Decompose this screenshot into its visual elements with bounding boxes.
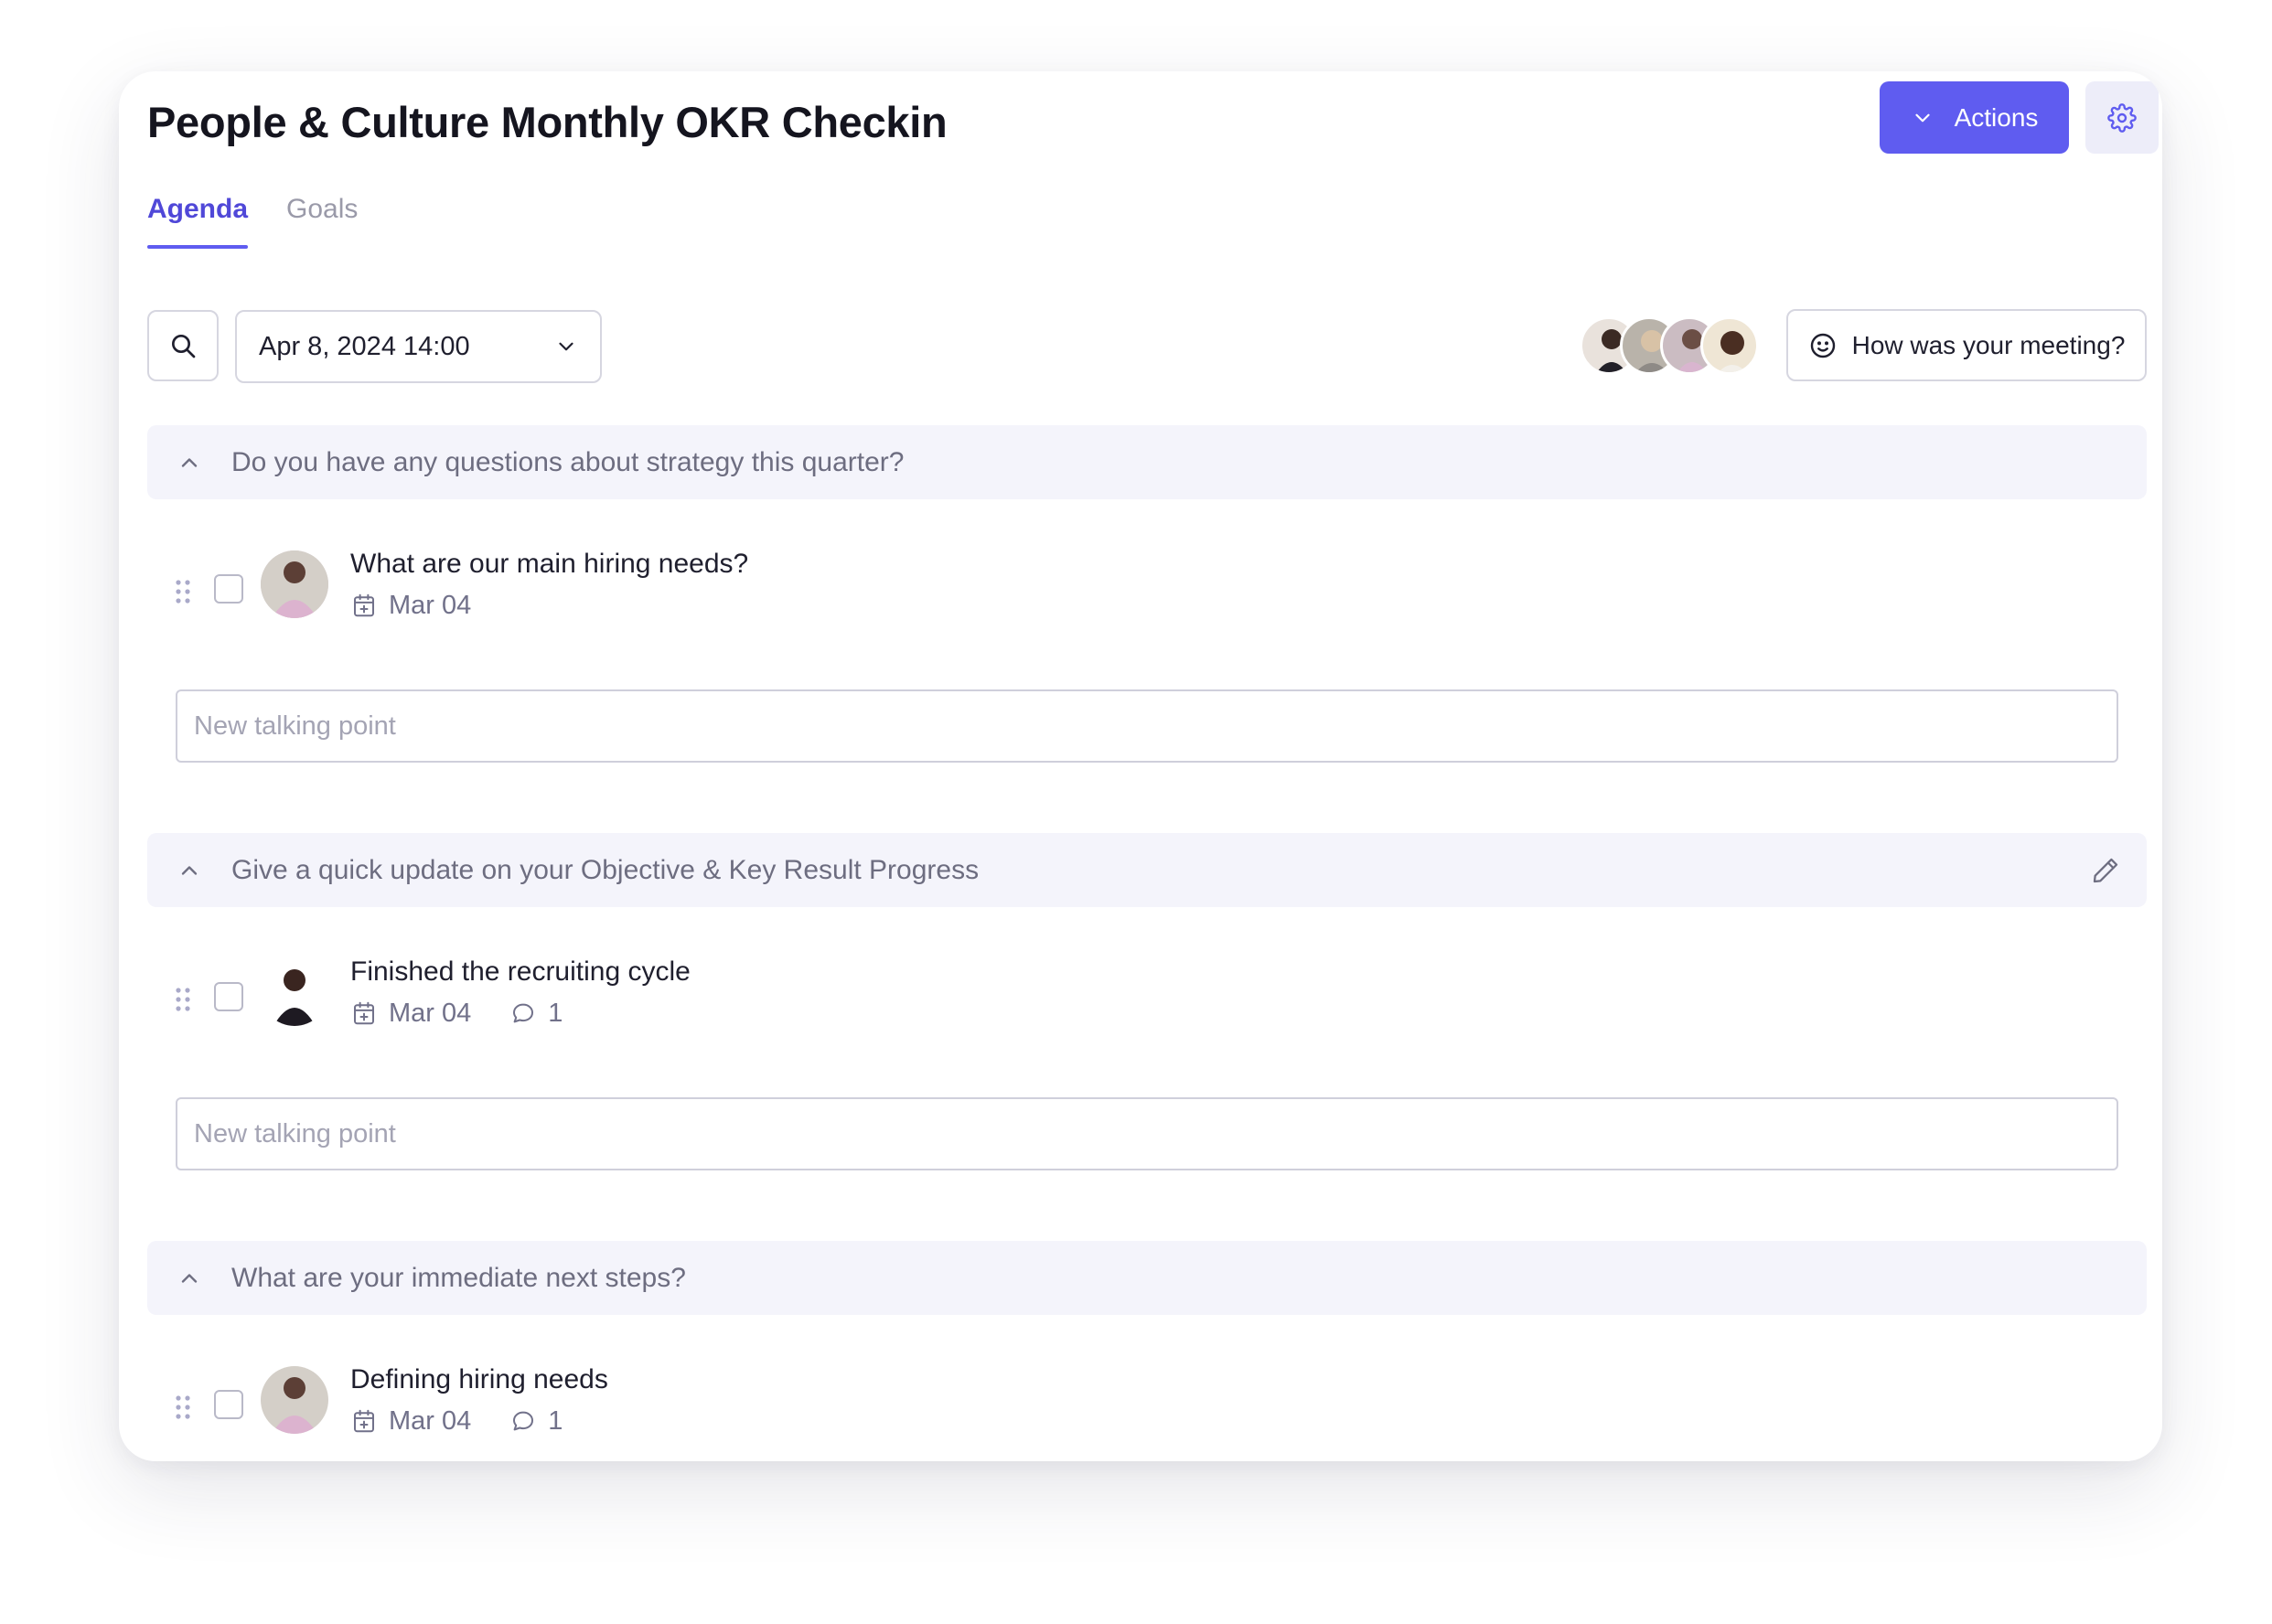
- talking-point-title: Defining hiring needs: [350, 1364, 608, 1394]
- calendar-icon: [354, 1409, 374, 1433]
- talking-point-item[interactable]: Defining hiring needs Mar 04 1: [147, 1364, 2147, 1447]
- agenda-section-header[interactable]: Do you have any questions about strategy…: [147, 425, 2147, 499]
- chevron-up-icon[interactable]: [177, 1266, 202, 1291]
- talking-point-meta: Mar 04 1: [350, 995, 563, 1031]
- avatar: [261, 550, 328, 618]
- new-talking-point-input[interactable]: [176, 689, 2118, 763]
- avatar: [261, 958, 328, 1026]
- talking-point-meta: Mar 04 1: [350, 1403, 563, 1439]
- drag-handle-icon[interactable]: [175, 986, 191, 1013]
- avatar: [261, 1366, 328, 1434]
- chevron-up-icon[interactable]: [177, 450, 202, 475]
- talking-point-title: Finished the recruiting cycle: [350, 956, 691, 987]
- meeting-feedback-label: How was your meeting?: [1851, 330, 2126, 359]
- talking-point-checkbox[interactable]: [214, 1390, 243, 1419]
- chevron-up-icon[interactable]: [177, 858, 202, 883]
- actions-button[interactable]: Actions: [1880, 81, 2069, 154]
- talking-point-item[interactable]: Finished the recruiting cycle Mar 04 1: [147, 956, 2147, 1039]
- drag-handle-icon[interactable]: [175, 1394, 191, 1421]
- chevron-down-icon: [1914, 113, 1930, 122]
- talking-point-date: Mar 04: [389, 1405, 472, 1436]
- tab-goals[interactable]: Goals: [286, 194, 358, 225]
- agenda-section-title: Give a quick update on your Objective & …: [231, 854, 980, 885]
- talking-point-item[interactable]: What are our main hiring needs? Mar 04: [147, 549, 2147, 631]
- search-icon: [172, 335, 196, 358]
- meeting-date-select[interactable]: Apr 8, 2024 14:00: [235, 310, 602, 383]
- meeting-date-value: Apr 8, 2024 14:00: [259, 331, 470, 361]
- meeting-feedback-button[interactable]: How was your meeting?: [1786, 309, 2147, 381]
- talking-point-checkbox[interactable]: [214, 574, 243, 604]
- actions-label: Actions: [1954, 102, 2039, 132]
- comment-icon[interactable]: [509, 1407, 537, 1435]
- attendee-avatars[interactable]: [1580, 316, 1763, 375]
- search-button[interactable]: [147, 310, 219, 381]
- drag-handle-icon[interactable]: [175, 578, 191, 605]
- tab-agenda[interactable]: Agenda: [147, 194, 249, 249]
- talking-point-date: Mar 04: [389, 998, 472, 1028]
- smiley-icon: [1810, 333, 1835, 358]
- comment-count: 1: [548, 1405, 563, 1436]
- page-title: People & Culture Monthly OKR Checkin: [147, 98, 948, 146]
- settings-button[interactable]: [2085, 81, 2159, 154]
- comment-count: 1: [548, 998, 563, 1028]
- agenda-section-header[interactable]: Give a quick update on your Objective & …: [147, 833, 2147, 907]
- avatar: [1700, 316, 1759, 375]
- calendar-icon: [354, 1001, 374, 1025]
- talking-point-meta: Mar 04: [350, 587, 471, 624]
- gear-icon: [2107, 102, 2137, 133]
- talking-point-checkbox[interactable]: [214, 982, 243, 1011]
- agenda-section-header[interactable]: What are your immediate next steps?: [147, 1241, 2147, 1315]
- chevron-down-icon: [559, 342, 573, 351]
- agenda-section-title: What are your immediate next steps?: [231, 1262, 686, 1293]
- talking-point-title: What are our main hiring needs?: [350, 549, 749, 579]
- talking-point-date: Mar 04: [389, 590, 472, 620]
- meeting-card: People & Culture Monthly OKR Checkin Act…: [119, 71, 2162, 1461]
- comment-icon[interactable]: [509, 999, 537, 1027]
- calendar-icon: [354, 593, 374, 617]
- agenda-section-title: Do you have any questions about strategy…: [231, 446, 905, 477]
- new-talking-point-input[interactable]: [176, 1097, 2118, 1170]
- pencil-icon[interactable]: [2090, 855, 2121, 886]
